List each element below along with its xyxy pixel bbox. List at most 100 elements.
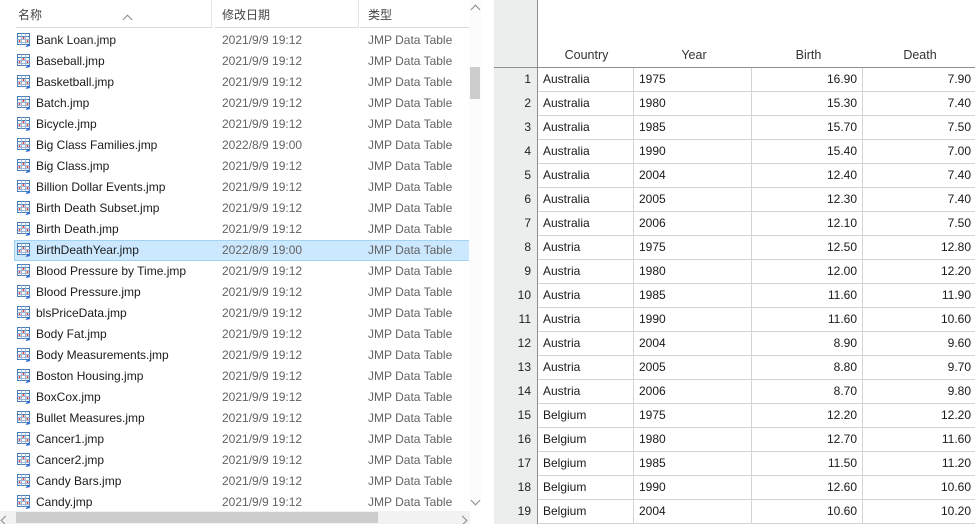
cell-country[interactable]: Australia [538,116,634,139]
cell-country[interactable]: Australia [538,188,634,211]
row-number[interactable]: 13 [494,356,537,380]
cell-death[interactable]: 10.60 [863,308,975,331]
jmp-column-header-country[interactable]: Country [538,44,635,66]
table-row[interactable]: 8 Austria 1975 12.50 12.80 [494,236,975,260]
row-number[interactable]: 7 [494,212,537,236]
file-row[interactable]: Baseball.jmp 2021/9/9 19:12 JMP Data Tab… [0,51,481,72]
cell-birth[interactable]: 12.50 [752,236,863,259]
row-number[interactable]: 1 [494,68,537,92]
table-row[interactable]: 12 Austria 2004 8.90 9.60 [494,332,975,356]
row-number[interactable]: 16 [494,428,537,452]
cell-country[interactable]: Belgium [538,428,634,451]
file-row[interactable]: Candy Bars.jmp 2021/9/9 19:12 JMP Data T… [0,471,481,492]
cell-year[interactable]: 1975 [634,404,752,427]
cell-birth[interactable]: 12.10 [752,212,863,235]
cell-death[interactable]: 9.70 [863,356,975,379]
table-row[interactable]: 11 Austria 1990 11.60 10.60 [494,308,975,332]
cell-death[interactable]: 9.80 [863,380,975,403]
jmp-column-header-birth[interactable]: Birth [753,44,864,66]
file-row[interactable]: Blood Pressure by Time.jmp 2021/9/9 19:1… [0,261,481,282]
cell-year[interactable]: 1975 [634,68,752,91]
cell-birth[interactable]: 8.90 [752,332,863,355]
row-number[interactable]: 11 [494,308,537,332]
cell-country[interactable]: Australia [538,164,634,187]
row-number[interactable]: 15 [494,404,537,428]
table-row[interactable]: 18 Belgium 1990 12.60 10.60 [494,476,975,500]
table-row[interactable]: 15 Belgium 1975 12.20 12.20 [494,404,975,428]
cell-country[interactable]: Austria [538,236,634,259]
row-number[interactable]: 4 [494,140,537,164]
cell-year[interactable]: 1985 [634,284,752,307]
cell-death[interactable]: 11.20 [863,452,975,475]
scroll-left-icon[interactable] [0,513,12,524]
cell-year[interactable]: 1985 [634,452,752,475]
cell-death[interactable]: 10.20 [863,500,975,523]
cell-country[interactable]: Austria [538,380,634,403]
scroll-down-icon[interactable] [470,493,481,506]
row-number[interactable]: 17 [494,452,537,476]
table-row[interactable]: 9 Austria 1980 12.00 12.20 [494,260,975,284]
file-row[interactable]: Bicycle.jmp 2021/9/9 19:12 JMP Data Tabl… [0,114,481,135]
table-row[interactable]: 4 Australia 1990 15.40 7.00 [494,140,975,164]
table-row[interactable]: 2 Australia 1980 15.30 7.40 [494,92,975,116]
cell-year[interactable]: 1975 [634,236,752,259]
table-row[interactable]: 16 Belgium 1980 12.70 11.60 [494,428,975,452]
cell-birth[interactable]: 8.70 [752,380,863,403]
row-number[interactable]: 6 [494,188,537,212]
cell-birth[interactable]: 12.20 [752,404,863,427]
file-row[interactable]: Big Class Families.jmp 2022/8/9 19:00 JM… [0,135,481,156]
row-number[interactable]: 18 [494,476,537,500]
file-row[interactable]: Bullet Measures.jmp 2021/9/9 19:12 JMP D… [0,408,481,429]
jmp-column-header-death[interactable]: Death [864,44,975,66]
table-row[interactable]: 5 Australia 2004 12.40 7.40 [494,164,975,188]
file-row[interactable]: Big Class.jmp 2021/9/9 19:12 JMP Data Ta… [0,156,481,177]
jmp-column-header-year[interactable]: Year [635,44,753,66]
cell-birth[interactable]: 15.70 [752,116,863,139]
cell-year[interactable]: 1980 [634,428,752,451]
cell-death[interactable]: 11.90 [863,284,975,307]
vertical-scrollbar-thumb[interactable] [470,67,480,99]
row-number[interactable]: 8 [494,236,537,260]
scroll-right-icon[interactable] [457,513,469,524]
table-row[interactable]: 14 Austria 2006 8.70 9.80 [494,380,975,404]
file-row[interactable]: Cancer1.jmp 2021/9/9 19:12 JMP Data Tabl… [0,429,481,450]
cell-year[interactable]: 1990 [634,140,752,163]
cell-birth[interactable]: 10.60 [752,500,863,523]
cell-country[interactable]: Austria [538,356,634,379]
column-header-name[interactable]: 名称 [16,0,212,28]
row-number[interactable]: 3 [494,116,537,140]
cell-death[interactable]: 7.40 [863,188,975,211]
cell-country[interactable]: Belgium [538,404,634,427]
cell-country[interactable]: Australia [538,140,634,163]
cell-year[interactable]: 1990 [634,476,752,499]
cell-year[interactable]: 2006 [634,380,752,403]
table-row[interactable]: 1 Australia 1975 16.90 7.90 [494,68,975,92]
cell-birth[interactable]: 12.60 [752,476,863,499]
cell-birth[interactable]: 11.60 [752,308,863,331]
cell-death[interactable]: 7.50 [863,212,975,235]
file-row[interactable]: Batch.jmp 2021/9/9 19:12 JMP Data Table [0,93,481,114]
table-row[interactable]: 19 Belgium 2004 10.60 10.20 [494,500,975,524]
file-row[interactable]: Body Measurements.jmp 2021/9/9 19:12 JMP… [0,345,481,366]
cell-country[interactable]: Austria [538,260,634,283]
file-row[interactable]: Birth Death Subset.jmp 2021/9/9 19:12 JM… [0,198,481,219]
file-row[interactable]: BoxCox.jmp 2021/9/9 19:12 JMP Data Table [0,387,481,408]
cell-country[interactable]: Australia [538,212,634,235]
cell-death[interactable]: 12.20 [863,260,975,283]
column-header-type[interactable]: 类型 [360,0,470,28]
cell-birth[interactable]: 11.60 [752,284,863,307]
cell-year[interactable]: 1980 [634,260,752,283]
cell-country[interactable]: Austria [538,332,634,355]
cell-country[interactable]: Belgium [538,476,634,499]
horizontal-scrollbar-thumb[interactable] [16,512,378,523]
cell-death[interactable]: 7.40 [863,92,975,115]
table-row[interactable]: 6 Australia 2005 12.30 7.40 [494,188,975,212]
cell-death[interactable]: 7.90 [863,68,975,91]
scroll-up-icon[interactable] [470,2,481,15]
cell-country[interactable]: Australia [538,68,634,91]
file-row[interactable]: BirthDeathYear.jmp 2022/8/9 19:00 JMP Da… [0,240,481,261]
cell-death[interactable]: 7.40 [863,164,975,187]
table-row[interactable]: 13 Austria 2005 8.80 9.70 [494,356,975,380]
cell-country[interactable]: Austria [538,284,634,307]
row-number[interactable]: 2 [494,92,537,116]
